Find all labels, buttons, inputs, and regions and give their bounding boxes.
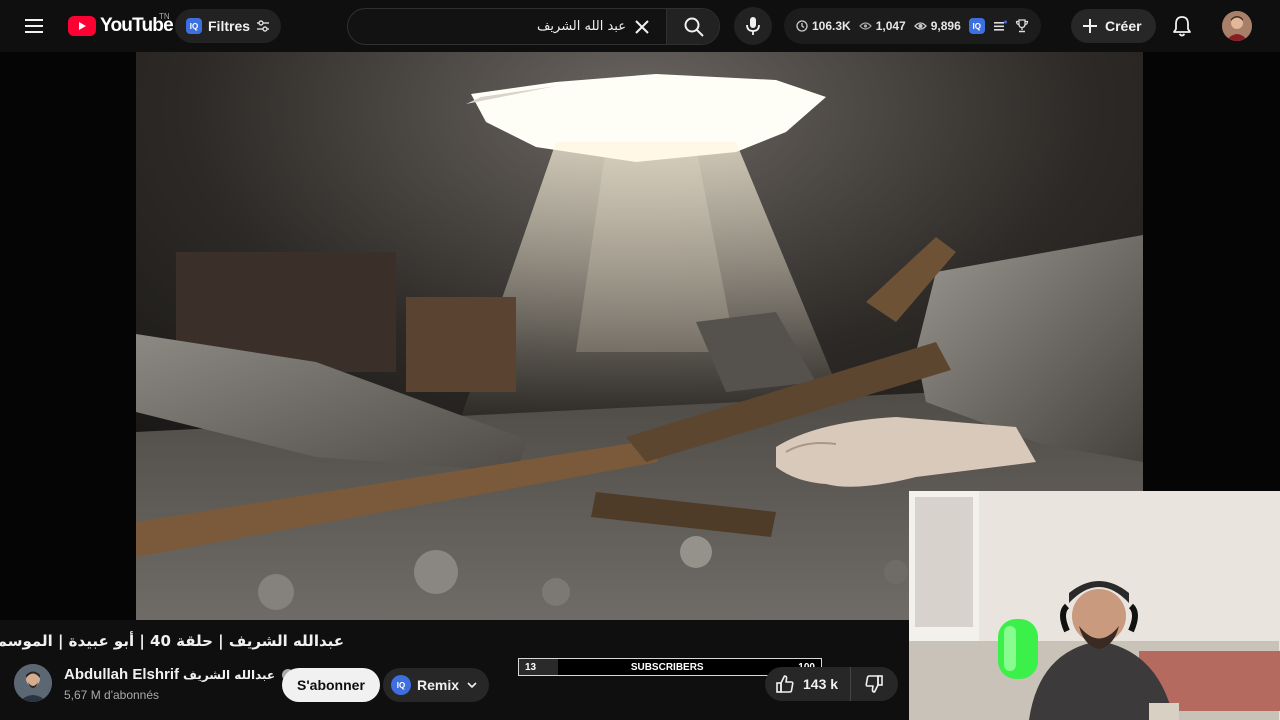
account-avatar[interactable]	[1222, 11, 1252, 41]
channel-name-latin: Abdullah Elshrif	[64, 666, 180, 683]
like-button[interactable]: 143 k	[765, 667, 852, 701]
filters-button[interactable]: IQ Filtres	[175, 9, 282, 43]
channel-avatar[interactable]	[14, 664, 52, 702]
clock-icon	[796, 20, 808, 32]
thumbs-down-icon	[865, 675, 883, 693]
like-count: 143 k	[803, 676, 839, 692]
iq-extension-icon: IQ	[391, 675, 411, 695]
clear-search-icon[interactable]	[632, 17, 652, 37]
youtube-play-icon	[68, 16, 96, 36]
search-input[interactable]	[348, 9, 666, 44]
channel-avatar-image	[14, 664, 52, 702]
chevron-down-icon	[467, 682, 477, 689]
webcam-feed-scene	[909, 491, 1280, 720]
like-dislike-group: 143 k	[765, 667, 898, 701]
create-label: Créer	[1105, 18, 1142, 34]
sliders-icon	[257, 20, 270, 32]
filters-label: Filtres	[208, 18, 251, 34]
hamburger-icon	[25, 19, 43, 33]
eye-outline-icon	[858, 22, 872, 30]
subscriber-goal-current: 13	[525, 661, 537, 673]
logo-country-code: TN	[159, 12, 170, 21]
search-button[interactable]	[666, 9, 719, 44]
notifications-button[interactable]	[1166, 10, 1198, 42]
search-box	[347, 8, 720, 45]
iq-extension-icon[interactable]: IQ	[968, 18, 985, 34]
iq-extension-icon: IQ	[186, 18, 202, 34]
microphone-icon	[746, 17, 760, 35]
remix-button[interactable]: IQ Remix	[383, 668, 490, 702]
remix-label: Remix	[417, 677, 460, 693]
youtube-logo[interactable]: YouTube	[68, 14, 174, 38]
eye-icon	[913, 22, 927, 30]
guide-menu-button[interactable]	[18, 10, 50, 42]
stat-watch-time-value: 106.3K	[812, 19, 851, 33]
extension-stats-bar: 106.3K 1,047 9,896 IQ	[784, 8, 1041, 44]
stat-views: 9,896	[913, 19, 961, 33]
voice-search-button[interactable]	[734, 7, 772, 45]
stat-views-value: 9,896	[930, 19, 961, 33]
bell-icon	[1173, 16, 1191, 37]
masthead: YouTube TN IQ Filtres عبد الله الشريف 10…	[0, 0, 1280, 52]
dislike-button[interactable]	[851, 667, 897, 701]
stat-watch-time: 106.3K	[796, 19, 851, 33]
search-icon	[684, 17, 704, 37]
subscriber-goal-label: SUBSCRIBERS	[630, 661, 704, 673]
subscribe-button[interactable]: S'abonner	[282, 668, 380, 702]
channel-name[interactable]: Abdullah Elshrif عبدالله الشريف	[64, 666, 295, 683]
webcam-overlay	[909, 491, 1280, 720]
thumbs-up-icon	[776, 675, 794, 693]
stat-views-live-value: 1,047	[875, 19, 906, 33]
subscriber-count: 5,67 M d'abonnés	[64, 688, 160, 702]
stat-views-live: 1,047	[858, 19, 906, 33]
create-button[interactable]: Créer	[1071, 9, 1156, 43]
trophy-icon[interactable]	[1015, 19, 1029, 33]
video-title: عبدالله الشريف | حلقة 40 | أبو عبيدة | ا…	[0, 632, 344, 650]
channel-name-arabic: عبدالله الشريف	[183, 667, 276, 682]
video-details: عبدالله الشريف | حلقة 40 | أبو عبيدة | ا…	[0, 620, 909, 720]
list-icon[interactable]	[993, 20, 1007, 32]
user-avatar-icon	[1222, 11, 1252, 41]
plus-icon	[1083, 19, 1097, 33]
